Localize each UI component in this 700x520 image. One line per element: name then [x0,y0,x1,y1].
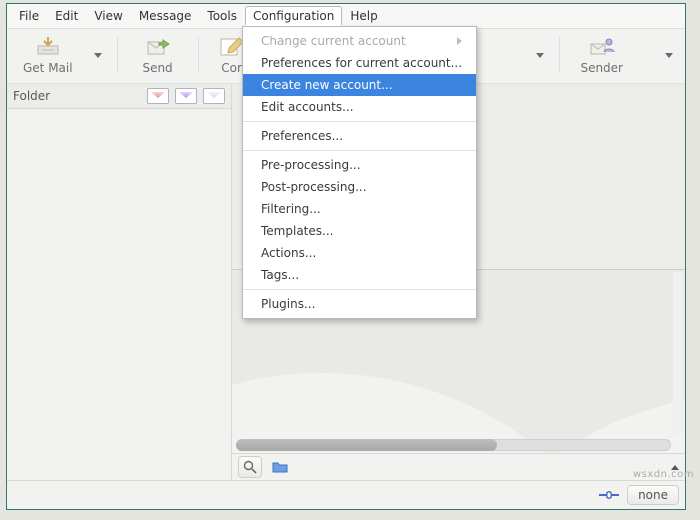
menuitem-label: Preferences... [261,129,343,143]
connection-status[interactable]: none [627,485,679,505]
getmail-label: Get Mail [23,61,73,75]
menu-tools[interactable]: Tools [199,6,245,26]
send-label: Send [142,61,172,75]
folder-header[interactable]: Folder [7,84,231,109]
menuitem-label: Edit accounts... [261,100,354,114]
toolbar-separator [559,37,560,73]
menuitem-label: Filtering... [261,202,321,216]
menuitem-preferences-current-account[interactable]: Preferences for current account... [243,52,476,74]
magnifier-icon [243,460,257,474]
open-folder-button[interactable] [268,456,292,478]
vertical-scrollbar[interactable] [673,272,683,437]
getmail-button[interactable]: Get Mail [13,33,83,77]
menuitem-change-current-account[interactable]: Change current account [243,30,476,52]
envelope-red-icon[interactable] [147,88,169,104]
folder-header-label: Folder [13,89,141,103]
menuitem-edit-accounts[interactable]: Edit accounts... [243,96,476,118]
configuration-menu-dropdown: Change current account Preferences for c… [242,26,477,319]
watermark: wsxdn.com [633,469,694,480]
scrollbar-thumb[interactable] [236,439,497,451]
menuitem-post-processing[interactable]: Post-processing... [243,176,476,198]
menu-file[interactable]: File [11,6,47,26]
menuitem-label: Tags... [261,268,299,282]
menuitem-label: Preferences for current account... [261,56,462,70]
menuitem-plugins[interactable]: Plugins... [243,293,476,315]
menuitem-label: Actions... [261,246,316,260]
toolbar-separator [198,37,199,73]
status-bar: none [7,480,685,509]
menu-separator [243,121,476,122]
menuitem-label: Change current account [261,34,406,48]
compose-icon [219,35,245,59]
menu-view[interactable]: View [86,6,130,26]
inbox-arrow-icon [35,35,61,59]
sort-dropdown-left[interactable] [531,33,549,77]
sender-label: Sender [580,61,623,75]
chevron-down-icon [94,53,102,58]
menuitem-label: Post-processing... [261,180,367,194]
send-button[interactable]: Send [128,33,188,77]
send-icon [145,35,171,59]
menuitem-label: Pre-processing... [261,158,361,172]
menuitem-actions[interactable]: Actions... [243,242,476,264]
chevron-down-icon [536,53,544,58]
menu-separator [243,289,476,290]
menuitem-tags[interactable]: Tags... [243,264,476,286]
menu-edit[interactable]: Edit [47,6,86,26]
menu-separator [243,150,476,151]
horizontal-scrollbar[interactable] [236,439,671,451]
person-envelope-icon [589,35,615,59]
menuitem-label: Plugins... [261,297,315,311]
folder-pane: Folder [7,84,232,480]
envelope-purple-icon[interactable] [175,88,197,104]
compose-label: Cor [221,61,242,75]
search-tool-button[interactable] [238,456,262,478]
menuitem-label: Create new account... [261,78,393,92]
folder-open-icon [272,460,288,474]
menu-configuration[interactable]: Configuration [245,6,342,26]
envelope-icon[interactable] [203,88,225,104]
menuitem-filtering[interactable]: Filtering... [243,198,476,220]
chevron-down-icon [665,53,673,58]
menuitem-create-new-account[interactable]: Create new account... [243,74,476,96]
getmail-dropdown[interactable] [89,33,107,77]
sender-dropdown[interactable] [639,33,679,77]
menu-message[interactable]: Message [131,6,200,26]
menuitem-templates[interactable]: Templates... [243,220,476,242]
folder-tree[interactable] [7,109,231,480]
submenu-arrow-icon [457,34,462,48]
preview-toolbar [232,453,685,480]
menuitem-preferences[interactable]: Preferences... [243,125,476,147]
toolbar-separator [117,37,118,73]
menu-help[interactable]: Help [342,6,385,26]
connection-indicator-icon[interactable] [597,488,621,502]
app-window: File Edit View Message Tools Configurati… [6,3,686,510]
menuitem-label: Templates... [261,224,333,238]
sender-button[interactable]: Sender [570,33,633,77]
menuitem-pre-processing[interactable]: Pre-processing... [243,154,476,176]
